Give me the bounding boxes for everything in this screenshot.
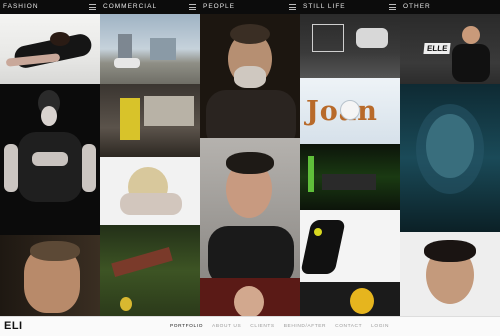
photo-tile-fashion-older-man[interactable]: [0, 235, 100, 316]
photo-tile-stilllife-pepper[interactable]: [300, 282, 400, 316]
nav-clients[interactable]: CLIENTS: [250, 324, 274, 329]
photo-tile-fashion-black-dress[interactable]: [0, 84, 100, 235]
photo-tile-commercial-blonde-woman[interactable]: [100, 157, 200, 225]
photo-tile-other-teal-portrait[interactable]: [400, 84, 500, 232]
site-logo[interactable]: ELI: [4, 320, 23, 332]
photo-tile-people-bald-man[interactable]: [200, 278, 300, 316]
column-header-still-life[interactable]: STILL LIFE: [300, 0, 400, 14]
photo-tile-stilllife-lamp[interactable]: [300, 210, 400, 282]
nav-about-us[interactable]: ABOUT US: [212, 324, 241, 329]
column-header-other[interactable]: OTHER: [400, 0, 500, 14]
photo-tile-stilllife-chairs[interactable]: [300, 14, 400, 78]
column-label: PEOPLE: [203, 3, 236, 10]
photo-tile-commercial-city-car[interactable]: [100, 14, 200, 84]
menu-icon[interactable]: [289, 4, 296, 10]
column-header-commercial[interactable]: COMMERCIAL: [100, 0, 200, 14]
column-label: OTHER: [403, 3, 431, 10]
menu-icon[interactable]: [89, 4, 96, 10]
menu-icon[interactable]: [189, 4, 196, 10]
photo-tile-people-bearded-man[interactable]: [200, 14, 300, 138]
elle-sign: ELLE: [423, 43, 452, 54]
column-label: STILL LIFE: [303, 3, 346, 10]
nav-contact[interactable]: CONTACT: [335, 324, 362, 329]
footer-bar: ELI PORTFOLIO ABOUT US CLIENTS BEHIND/AF…: [0, 316, 500, 336]
photo-tile-stilllife-green-room[interactable]: [300, 144, 400, 210]
footer-nav: PORTFOLIO ABOUT US CLIENTS BEHIND/AFTER …: [170, 324, 389, 329]
photo-tile-people-young-man[interactable]: [200, 138, 300, 278]
photo-tile-other-woman-portrait[interactable]: [400, 232, 500, 316]
column-label: FASHION: [3, 3, 39, 10]
nav-login[interactable]: LOGIN: [371, 324, 389, 329]
photo-tile-stilllife-joan[interactable]: Joan: [300, 78, 400, 144]
column-header-people[interactable]: PEOPLE: [200, 0, 300, 14]
photo-tile-commercial-field[interactable]: [100, 225, 200, 316]
nav-behind-after[interactable]: BEHIND/AFTER: [284, 324, 326, 329]
photo-tile-commercial-interior[interactable]: [100, 84, 200, 157]
column-header-fashion[interactable]: FASHION: [0, 0, 100, 14]
photo-tile-fashion-reclining-woman[interactable]: [0, 14, 100, 84]
menu-icon[interactable]: [389, 4, 396, 10]
nav-portfolio[interactable]: PORTFOLIO: [170, 324, 203, 329]
column-label: COMMERCIAL: [103, 3, 158, 10]
photo-tile-other-street[interactable]: ELLE: [400, 14, 500, 84]
